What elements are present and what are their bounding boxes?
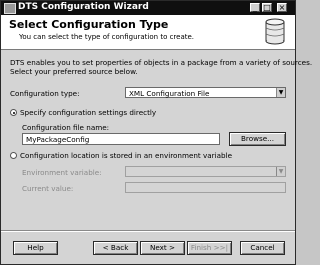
database-icon (265, 18, 285, 45)
footer-divider (1, 230, 295, 232)
cancel-button[interactable]: Cancel (240, 241, 285, 255)
minimize-button[interactable]: _ (250, 3, 260, 12)
environment-variable-radio[interactable] (10, 152, 17, 159)
close-button[interactable]: × (277, 3, 287, 12)
environment-variable-option-label[interactable]: Configuration location is stored in an e… (20, 151, 232, 160)
environment-variable-select[interactable]: ▼ (125, 166, 286, 177)
current-value-field (125, 182, 286, 193)
help-button[interactable]: Help (13, 241, 58, 255)
back-button[interactable]: < Back (93, 241, 138, 255)
configuration-type-value: XML Configuration File (129, 89, 210, 98)
dropdown-arrow-icon[interactable]: ▼ (276, 167, 285, 176)
configuration-type-label: Configuration type: (10, 89, 80, 98)
finish-button[interactable]: Finish >>| (187, 241, 232, 255)
direct-settings-radio[interactable] (10, 109, 17, 116)
maximize-button[interactable]: □ (262, 3, 272, 12)
configuration-file-name-label: Configuration file name: (22, 123, 110, 132)
window-title: DTS Configuration Wizard (18, 2, 149, 12)
dropdown-arrow-icon[interactable]: ▼ (276, 88, 285, 97)
application-icon (4, 3, 16, 14)
current-value-label: Current value: (22, 184, 74, 193)
wizard-header: Select Configuration Type You can select… (1, 15, 295, 50)
direct-settings-label[interactable]: Specify configuration settings directly (20, 108, 156, 117)
page-subtitle: You can select the type of configuration… (19, 33, 195, 41)
configuration-file-name-input[interactable]: MyPackageConfig (22, 133, 220, 145)
configuration-type-select[interactable]: XML Configuration File ▼ (125, 87, 286, 98)
description-line-2: Select your preferred source below. (10, 67, 138, 76)
description-line-1: DTS enables you to set properties of obj… (10, 58, 313, 67)
page-title: Select Configuration Type (9, 18, 169, 31)
next-button[interactable]: Next > (140, 241, 185, 255)
environment-variable-label: Environment variable: (22, 168, 102, 177)
configuration-file-name-value: MyPackageConfig (26, 135, 90, 144)
title-bar: DTS Configuration Wizard _ □ × (1, 1, 295, 15)
dts-configuration-wizard-window: DTS Configuration Wizard _ □ × Select Co… (0, 0, 312, 265)
browse-button[interactable]: Browse... (229, 132, 286, 146)
